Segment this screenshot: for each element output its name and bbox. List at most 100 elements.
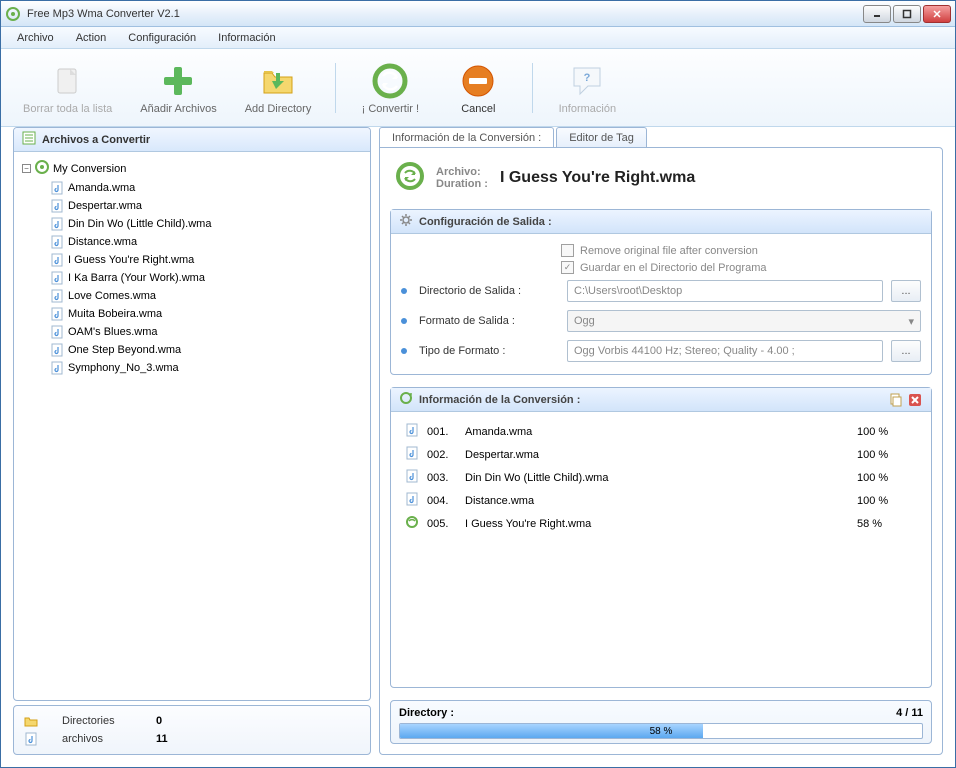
item-name: Distance.wma <box>465 495 849 507</box>
music-file-icon <box>50 181 64 195</box>
item-name: I Guess You're Right.wma <box>465 518 849 530</box>
conversion-info-header: Información de la Conversión : <box>391 388 931 412</box>
item-name: Din Din Wo (Little Child).wma <box>465 472 849 484</box>
bullet-icon <box>401 348 407 354</box>
item-name: Amanda.wma <box>465 426 849 438</box>
save-program-dir-row: ✓ Guardar en el Directorio del Programa <box>401 259 921 276</box>
toolbar: Borrar toda la lista Añadir Archivos Add… <box>1 49 955 127</box>
conversion-row: 003.Din Din Wo (Little Child).wma100 % <box>401 466 921 489</box>
music-file-icon <box>50 289 64 303</box>
svg-text:?: ? <box>584 72 591 84</box>
tab-tag-editor[interactable]: Editor de Tag <box>556 127 647 148</box>
menu-configuracion[interactable]: Configuración <box>118 30 206 46</box>
output-dir-input[interactable]: C:\Users\root\Desktop <box>567 280 883 302</box>
tree-file-item[interactable]: OAM's Blues.wma <box>22 323 362 341</box>
bullet-icon <box>401 318 407 324</box>
music-file-icon <box>405 423 419 440</box>
item-number: 004. <box>427 495 457 507</box>
add-directory-button[interactable]: Add Directory <box>235 57 322 119</box>
folder-icon <box>258 61 298 101</box>
music-file-icon <box>50 271 64 285</box>
music-file-icon <box>50 235 64 249</box>
cancel-button[interactable]: Cancel <box>438 57 518 119</box>
item-name: Despertar.wma <box>465 449 849 461</box>
app-icon <box>5 6 21 22</box>
item-number: 001. <box>427 426 457 438</box>
gear-icon <box>399 213 413 230</box>
browse-dir-button[interactable]: ... <box>891 280 921 302</box>
music-file-icon <box>50 253 64 267</box>
files-panel-header: Archivos a Convertir <box>14 128 370 152</box>
current-file-info: Archivo: Duration : I Guess You're Right… <box>390 158 932 197</box>
tree-file-item[interactable]: I Ka Barra (Your Work).wma <box>22 269 362 287</box>
right-panel: Información de la Conversión : Editor de… <box>379 127 943 755</box>
minimize-button[interactable] <box>863 5 891 23</box>
info-button[interactable]: ? Información <box>547 57 627 119</box>
tree-file-item[interactable]: I Guess You're Right.wma <box>22 251 362 269</box>
save-program-dir-checkbox[interactable]: ✓ <box>561 261 574 274</box>
toolbar-separator <box>532 63 533 113</box>
tree-root[interactable]: − My Conversion <box>22 158 362 179</box>
tree-file-item[interactable]: Despertar.wma <box>22 197 362 215</box>
output-config-body: Remove original file after conversion ✓ … <box>391 234 931 374</box>
tab-conversion-info[interactable]: Información de la Conversión : <box>379 127 554 148</box>
files-tree-panel: Archivos a Convertir − My Conversion Ama… <box>13 127 371 701</box>
output-config-header: Configuración de Salida : <box>391 210 931 234</box>
file-info-labels: Archivo: Duration : <box>436 166 488 190</box>
item-number: 002. <box>427 449 457 461</box>
file-name: I Ka Barra (Your Work).wma <box>68 272 205 284</box>
collapse-icon[interactable]: − <box>22 164 31 173</box>
plus-icon <box>158 61 198 101</box>
convert-button[interactable]: ¡ Convertir ! <box>350 57 430 119</box>
music-file-icon <box>405 446 419 463</box>
file-name: I Guess You're Right.wma <box>68 254 194 266</box>
output-format-select[interactable]: Ogg ▾ <box>567 310 921 332</box>
window-controls <box>863 5 951 23</box>
copy-button[interactable] <box>887 392 903 408</box>
tree-file-item[interactable]: Amanda.wma <box>22 179 362 197</box>
stats-panel: Directories 0 archivos 11 <box>13 705 371 755</box>
format-type-row: Tipo de Formato : Ogg Vorbis 44100 Hz; S… <box>401 336 921 366</box>
browse-format-button[interactable]: ... <box>891 340 921 362</box>
menu-informacion[interactable]: Información <box>208 30 285 46</box>
maximize-button[interactable] <box>893 5 921 23</box>
music-file-icon <box>50 361 64 375</box>
add-files-button[interactable]: Añadir Archivos <box>130 57 226 119</box>
menu-archivo[interactable]: Archivo <box>7 30 64 46</box>
progress-text: 58 % <box>400 724 922 738</box>
remove-original-checkbox[interactable] <box>561 244 574 257</box>
tree-file-item[interactable]: Din Din Wo (Little Child).wma <box>22 215 362 233</box>
convert-small-icon <box>35 160 49 177</box>
output-format-row: Formato de Salida : Ogg ▾ <box>401 306 921 336</box>
tab-body: Archivo: Duration : I Guess You're Right… <box>379 147 943 755</box>
file-name: Distance.wma <box>68 236 137 248</box>
bullet-icon <box>401 288 407 294</box>
clear-list-button[interactable]: Borrar toda la lista <box>13 57 122 119</box>
refresh-icon <box>405 515 419 532</box>
music-file-icon <box>24 732 38 746</box>
window-title: Free Mp3 Wma Converter V2.1 <box>27 8 863 20</box>
tree-file-item[interactable]: Love Comes.wma <box>22 287 362 305</box>
file-tree: − My Conversion Amanda.wma Despertar.wma D… <box>14 152 370 700</box>
app-window: Free Mp3 Wma Converter V2.1 Archivo Acti… <box>0 0 956 768</box>
music-file-icon <box>50 343 64 357</box>
menu-action[interactable]: Action <box>66 30 117 46</box>
tree-file-item[interactable]: Symphony_No_3.wma <box>22 359 362 377</box>
file-name: Din Din Wo (Little Child).wma <box>68 218 211 230</box>
tree-file-item[interactable]: Muita Bobeira.wma <box>22 305 362 323</box>
close-section-button[interactable] <box>907 392 923 408</box>
stats-directories: Directories 0 <box>24 712 360 730</box>
close-button[interactable] <box>923 5 951 23</box>
progress-header: Directory : 4 / 11 <box>399 705 923 721</box>
music-file-icon <box>50 199 64 213</box>
file-name: Symphony_No_3.wma <box>68 362 179 374</box>
file-name: Amanda.wma <box>68 182 135 194</box>
format-type-input[interactable]: Ogg Vorbis 44100 Hz; Stereo; Quality - 4… <box>567 340 883 362</box>
music-file-icon <box>50 217 64 231</box>
menubar: Archivo Action Configuración Información <box>1 27 955 49</box>
tree-file-item[interactable]: One Step Beyond.wma <box>22 341 362 359</box>
tabs: Información de la Conversión : Editor de… <box>379 127 943 148</box>
file-name: Despertar.wma <box>68 200 142 212</box>
music-file-icon <box>50 307 64 321</box>
tree-file-item[interactable]: Distance.wma <box>22 233 362 251</box>
